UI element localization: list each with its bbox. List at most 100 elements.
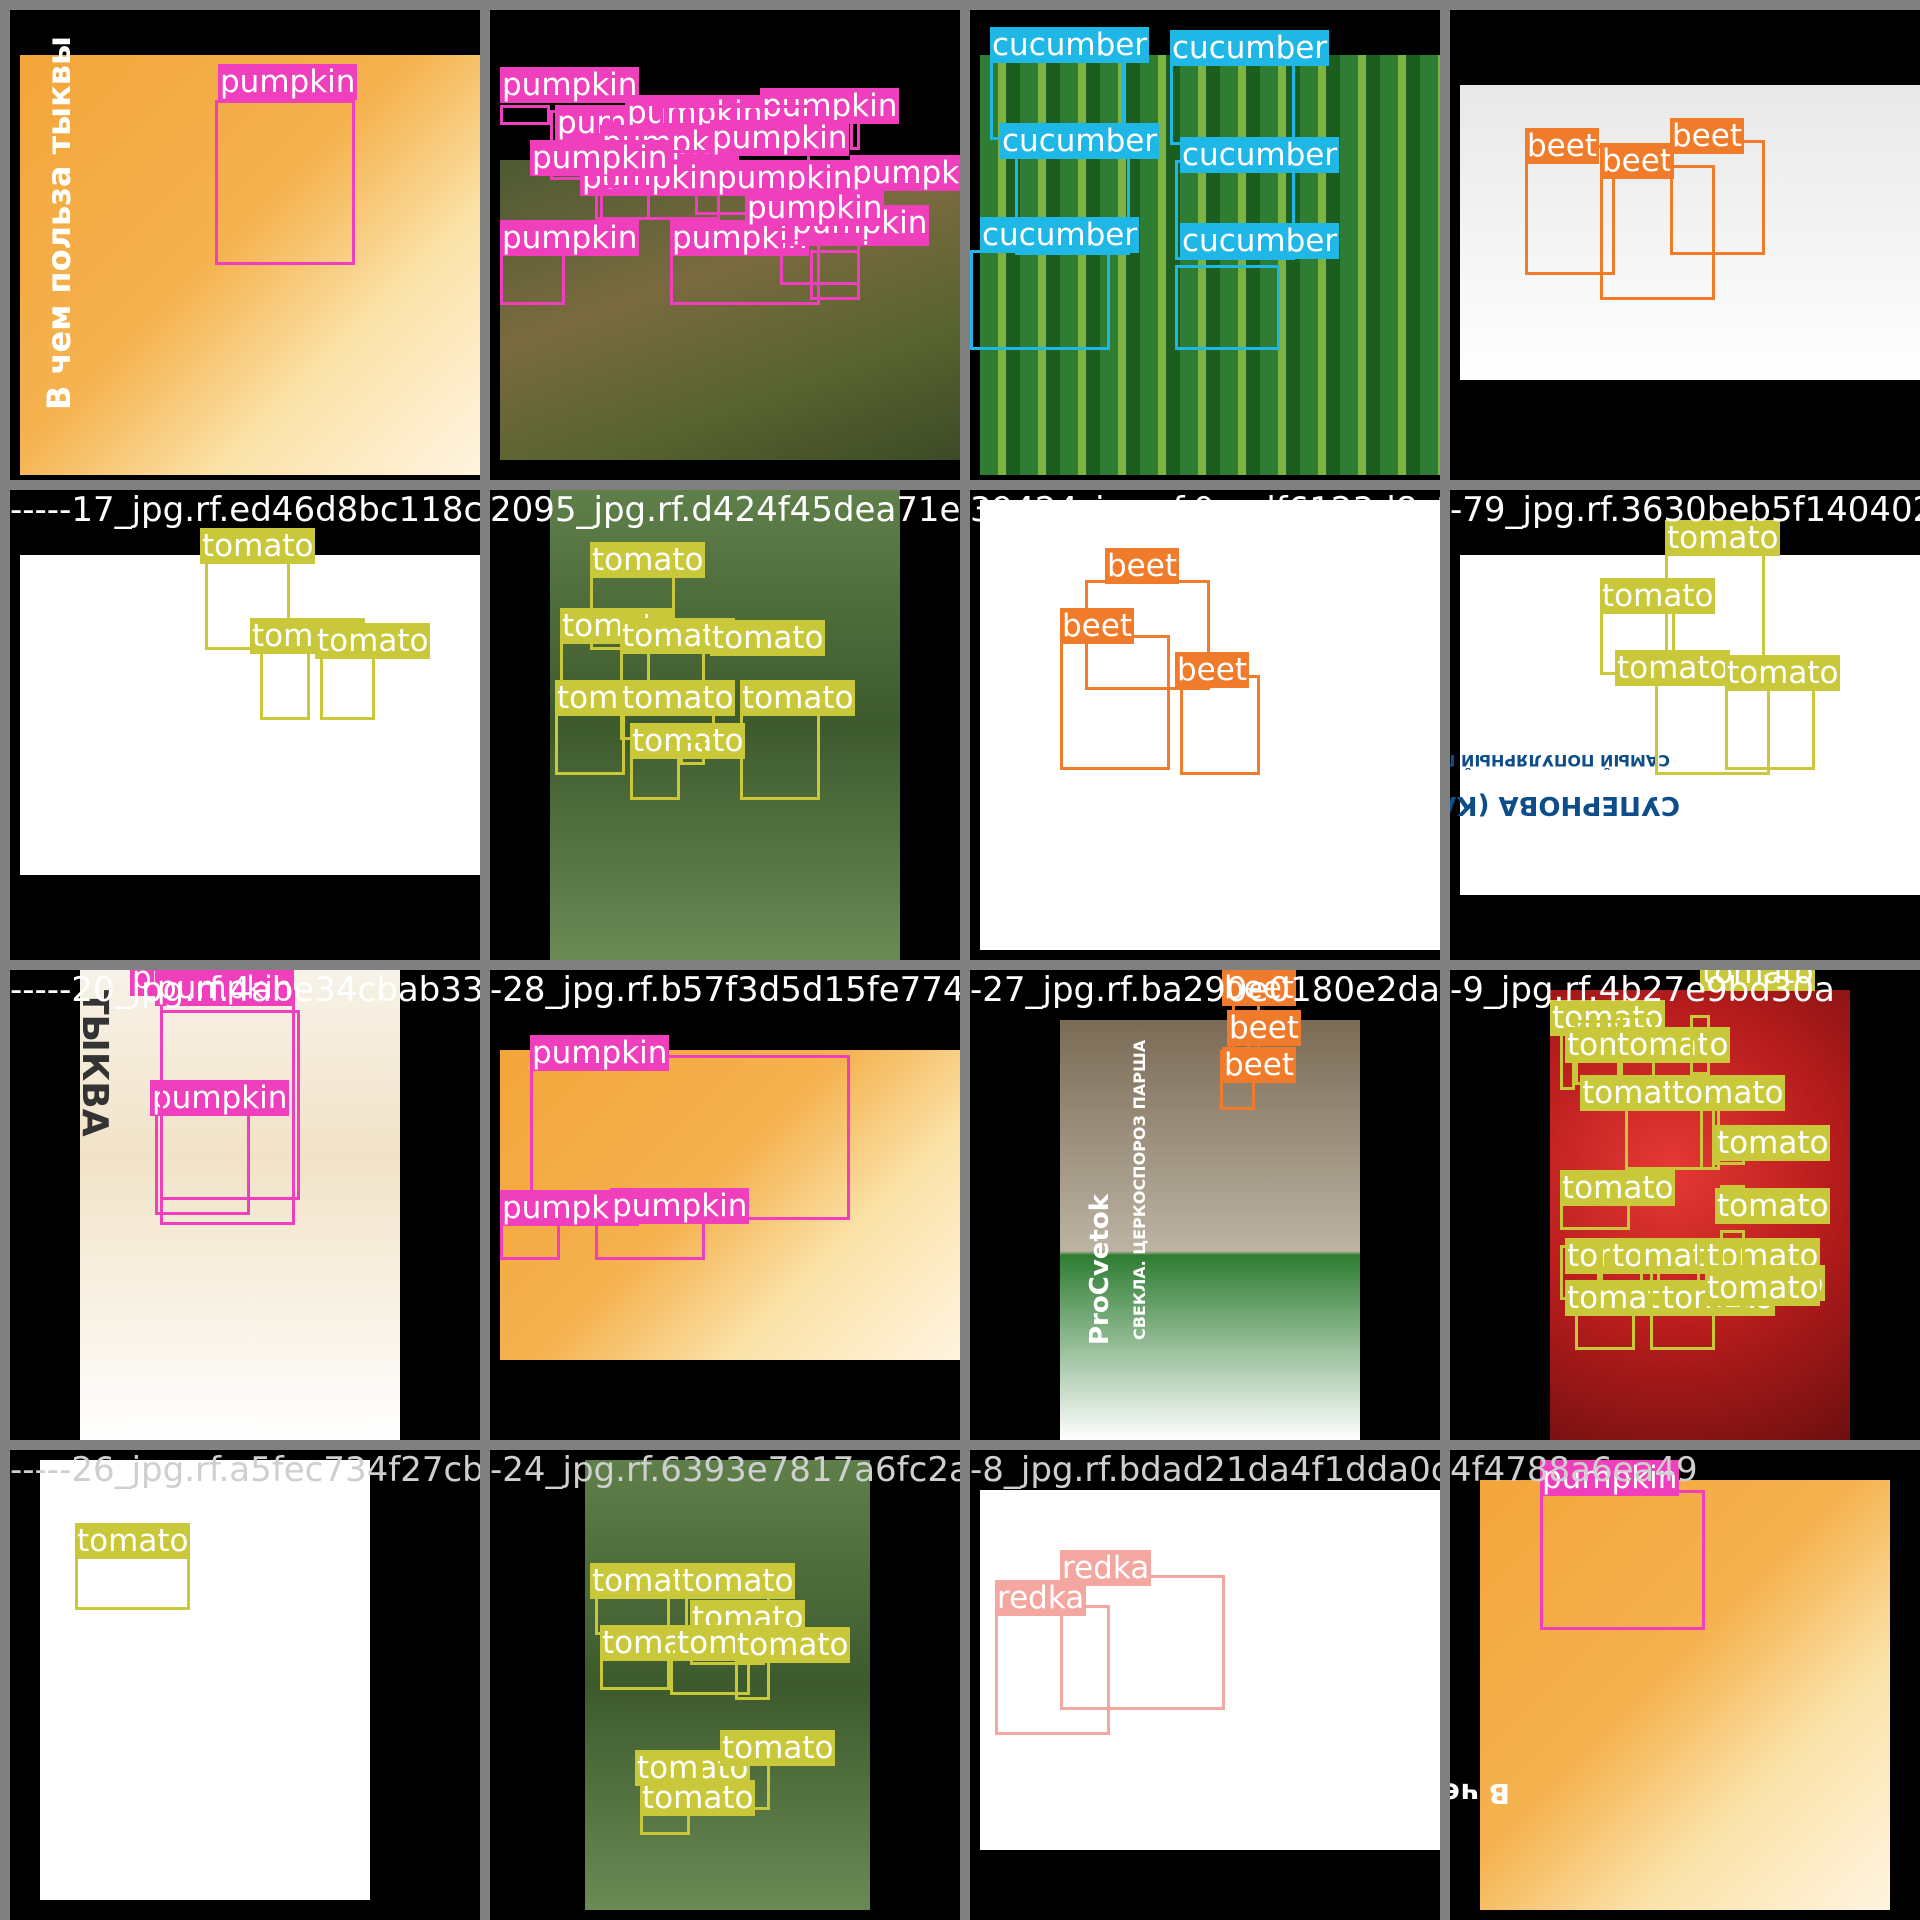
pumpkin-bbox (500, 250, 565, 305)
mosaic-tile: beet beet beet 39424_jpg.rf.0ecdf6123d8c3f7… (970, 490, 1440, 960)
pumpkin-label: pumpkin (530, 140, 670, 176)
mosaic-tile: В чем польза тыквыpumpkin4f4788a6ea49 (1450, 1450, 1920, 1920)
tomato-label: tomato (740, 680, 856, 716)
pumpkin-bbox (500, 105, 550, 125)
mosaic-tile: tomato -----26_jpg.rf.a5fec734f27cb522f (10, 1450, 480, 1920)
image-text: САМЫЙ ПОПУЛЯРНЫЙ ПОМИДОР (1450, 751, 1670, 770)
beet-bbox (1180, 675, 1260, 775)
pumpkin-label: pumpkin (500, 67, 640, 103)
cucumber-bbox (970, 250, 1110, 350)
cucumber-label: cucumber (1180, 223, 1340, 259)
pumpkin-bbox (810, 250, 860, 300)
mosaic-tile: ТЫКВАpumpkinpumpkinpumpkin-----20_jpg.rf… (10, 970, 480, 1440)
tomato-label: tomato (720, 1730, 836, 1766)
tile-filename: -8_jpg.rf.bdad21da4f1dda0c1 (970, 1450, 1440, 1490)
mosaic-tile: tomato tomato tomato tomato tomato tomato toma… (490, 490, 960, 960)
image-text: В чем польза тыквы (40, 36, 78, 410)
beet-bbox (1670, 140, 1765, 255)
mosaic-tile: В чем польза тыквы pumpkin (10, 10, 480, 480)
beet-bbox (1060, 635, 1170, 770)
tomato-label: tomato (1715, 1125, 1831, 1161)
tomato-label: tomato (1615, 650, 1731, 686)
redka-label: redka (995, 1580, 1087, 1616)
pumpkin-bbox (595, 1220, 705, 1260)
tile-filename: -79_jpg.rf.3630beb5f14040211 (1450, 490, 1920, 530)
pumpkin-label: pumpkin (530, 1035, 670, 1071)
pumpkin-label: pumpkin (745, 190, 885, 226)
tomato-label: tomato (75, 1523, 191, 1559)
tile-filename: -24_jpg.rf.6393e7817a6fc2aa9 (490, 1450, 960, 1490)
tile-filename: -----26_jpg.rf.a5fec734f27cb522f (10, 1450, 480, 1490)
beet-label: beet (1227, 1010, 1301, 1046)
image-text: В чем польза тыквы (1450, 1777, 1510, 1810)
tomato-label: tomato (640, 1780, 756, 1816)
pumpkin-bbox (1540, 1490, 1705, 1630)
tile-filename: 2095_jpg.rf.d424f45dea71ed8e3 (490, 490, 960, 530)
tomato-label: tomato (1600, 578, 1716, 614)
tomato-label: tomato (1615, 1027, 1731, 1063)
beet-label: beet (1525, 128, 1599, 164)
beet-label: beet (1670, 118, 1744, 154)
tomato-label: tomato (680, 1563, 796, 1599)
mosaic-tile: redka redka -8_jpg.rf.bdad21da4f1dda0c1 (970, 1450, 1440, 1920)
pumpkin-label: pumpkin (710, 120, 850, 156)
tile-filename: -----20_jpg.rf.4abe34cbab33106 (10, 970, 480, 1010)
cucumber-bbox (1175, 265, 1280, 350)
tile-filename: -9_jpg.rf.4b27e9bd30a (1450, 970, 1835, 1010)
pumpkin-bbox (215, 100, 355, 265)
mosaic-tile: tomato tomato tomato tomato tomato tomato toma… (490, 1450, 960, 1920)
tomato-label: tomato (1705, 1270, 1821, 1306)
beet-label: beet (1060, 608, 1134, 644)
cucumber-label: cucumber (1000, 123, 1160, 159)
mosaic-tile: ProCvetok СВЕКЛА. ЦЕРКОСПОРОЗ ПАРША beet be… (970, 970, 1440, 1440)
redka-bbox (995, 1605, 1110, 1735)
tomato-label: tomato (315, 623, 431, 659)
mosaic-tile: tomato tomato tomato tomato tomato tomato toma… (1450, 970, 1920, 1440)
tomato-label: tomato (1725, 655, 1841, 691)
pumpkin-bbox (600, 185, 650, 220)
image-text: СУПЕРНОВА (КАСТА) (1450, 790, 1680, 820)
tomato-label: tomato (1670, 1075, 1786, 1111)
cucumber-label: cucumber (1170, 30, 1330, 66)
tomato-label: tomato (620, 680, 736, 716)
tomato-label: tomato (1715, 1188, 1831, 1224)
cucumber-label: cucumber (1180, 137, 1340, 173)
beet-label: beet (1105, 548, 1179, 584)
tile-filename: 4f4788a6ea49 (1450, 1450, 1698, 1490)
beet-label: beet (1600, 143, 1674, 179)
cucumber-label: cucumber (990, 27, 1150, 63)
mosaic-tile: pumpkin pumpkin pumpkin -28_jpg.rf.b57f3d5d… (490, 970, 960, 1440)
tile-filename: -28_jpg.rf.b57f3d5d15fe774112 (490, 970, 960, 1010)
tomato-label: tomato (1560, 1170, 1676, 1206)
tomato-bbox (1720, 1230, 1745, 1270)
tile-filename: -----17_jpg.rf.ed46d8bc118c6e82 (10, 490, 480, 530)
mosaic-tile: cucumber cucumber cucumber cucumber cucumber… (970, 10, 1440, 480)
tomato-label: tomato (735, 1627, 851, 1663)
mosaic-tile: СУПЕРНОВА (КАСТА) САМЫЙ ПОПУЛЯРНЫЙ ПОМИДО… (1450, 490, 1920, 960)
pumpkin-bbox (850, 120, 860, 150)
image-text: ТЫКВА (74, 990, 115, 1137)
image-text: ProCvetok (1085, 1194, 1115, 1345)
mosaic-tile: tomato tomato tomato -----17_jpg.rf.ed46d8b… (10, 490, 480, 960)
tomato-bbox (1690, 1015, 1710, 1075)
tomato-bbox (680, 740, 705, 765)
pumpkin-label: pumpkin (218, 64, 358, 100)
tomato-bbox (320, 650, 375, 720)
cucumber-label: cucumber (980, 217, 1140, 253)
tomato-label: tomato (590, 542, 706, 578)
tomato-label: tomato (710, 620, 826, 656)
pumpkin-label: pumpkin (500, 220, 640, 256)
tile-filename: 39424_jpg.rf.0ecdf6123d8c3f7a (970, 490, 1440, 530)
mosaic-tile: beet beet beet (1450, 10, 1920, 480)
cucumber-bbox (1170, 60, 1295, 145)
beet-label: beet (1175, 652, 1249, 688)
pumpkin-bbox (160, 1010, 300, 1200)
tomato-label: tomato (200, 528, 316, 564)
pumpkin-label: pumpkin (850, 155, 960, 191)
tile-filename: -27_jpg.rf.ba290e0180e2da6989 (970, 970, 1440, 1010)
tomato-bbox (1725, 685, 1815, 770)
beet-label: beet (1222, 1047, 1296, 1083)
pumpkin-label: pumpkin (610, 1188, 750, 1224)
mosaic-grid: В чем польза тыквы pumpkin pumpkin pumpkin p… (0, 0, 1920, 1920)
mosaic-tile: pumpkin pumpkin pumpkin pumpkin pumpkin pumpk… (490, 10, 960, 480)
